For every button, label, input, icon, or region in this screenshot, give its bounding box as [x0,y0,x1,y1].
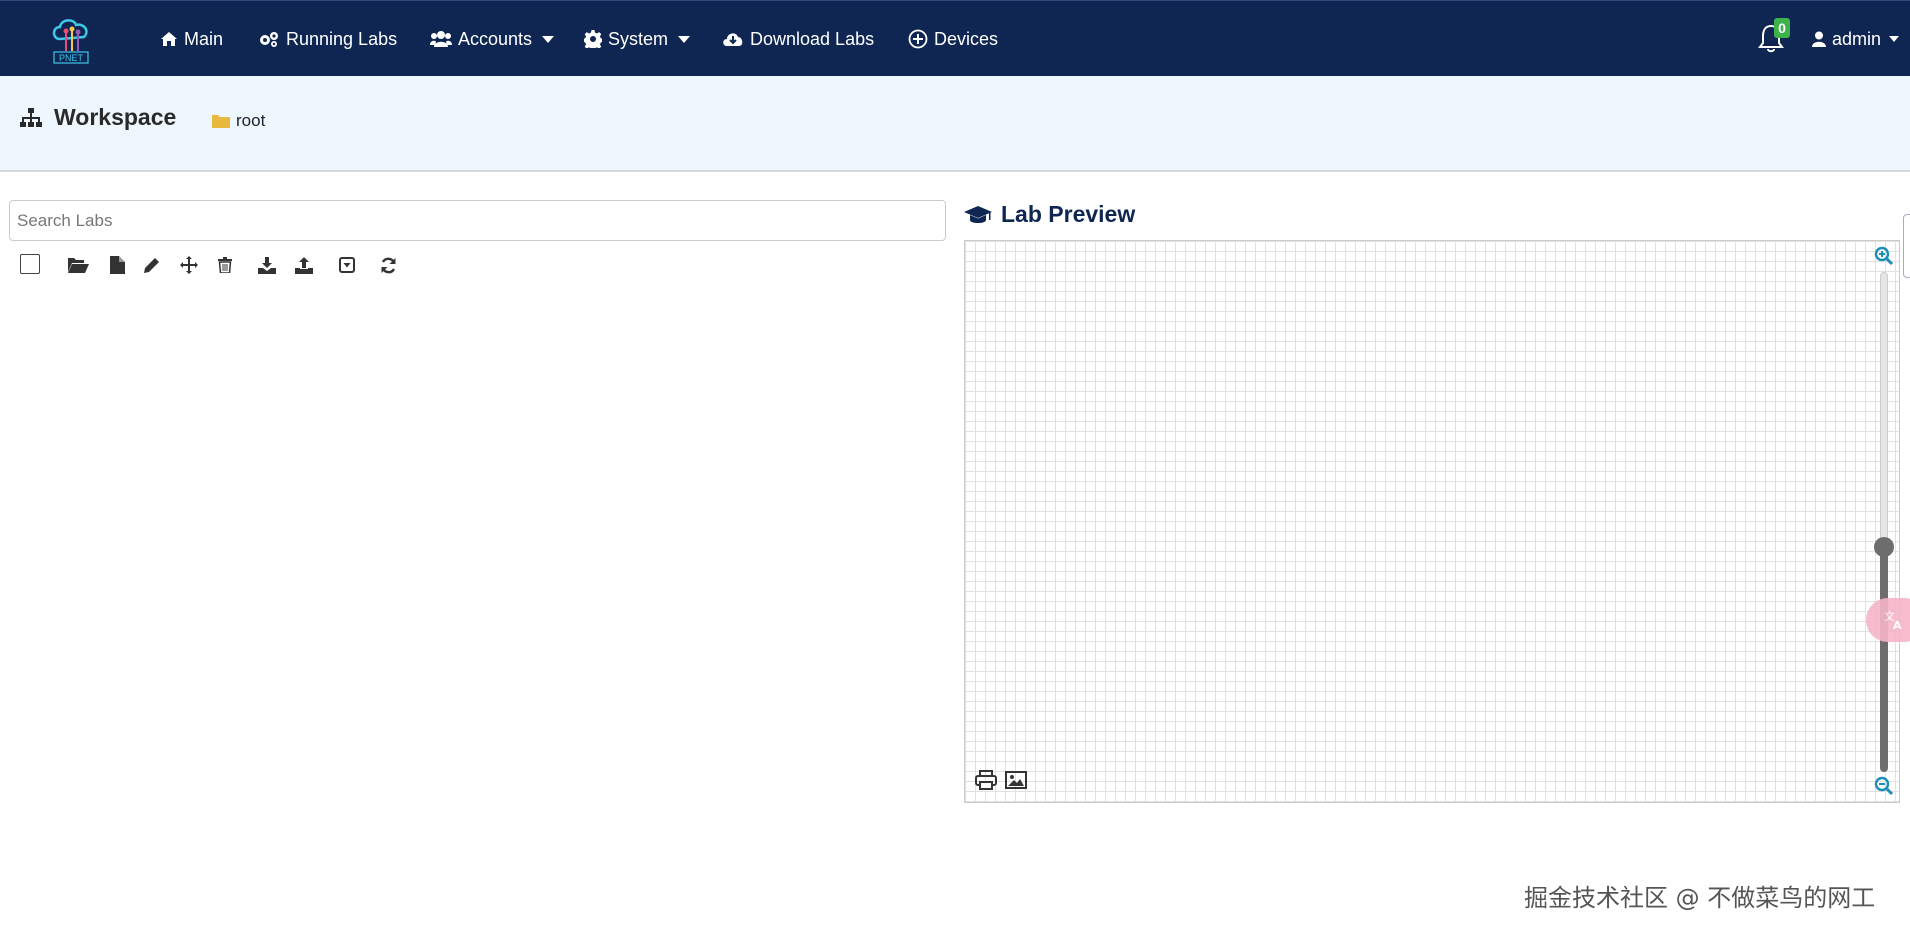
lab-preview-title-text: Lab Preview [1001,201,1136,227]
top-navbar: PNET Main Running Labs Accounts System D… [0,0,1910,76]
select-all-checkbox[interactable] [20,254,40,274]
nav-main-label: Main [184,28,224,49]
translate-widget[interactable]: 文 A [1866,598,1910,642]
new-lab-button[interactable] [106,254,128,276]
zoom-in-icon[interactable] [1874,246,1894,266]
export-button[interactable] [293,254,315,276]
sitemap-icon [20,107,42,127]
refresh-icon [381,257,395,273]
delete-button[interactable] [214,254,236,276]
move-icon [180,256,198,274]
collapse-icon [339,257,355,273]
chevron-down-icon [678,35,691,43]
import-button[interactable] [256,254,278,276]
nav-accounts[interactable]: Accounts [430,25,555,53]
watermark: 掘金技术社区 @ 不做菜鸟的网工 [1524,884,1876,912]
open-folder-button[interactable] [67,254,89,276]
nav-running-labs-label: Running Labs [286,28,398,49]
search-labs-input[interactable] [9,200,946,241]
breadcrumb-root: root [236,111,266,130]
nav-accounts-label: Accounts [458,28,533,49]
nav-main[interactable]: Main [160,25,223,53]
lab-preview-canvas[interactable] [964,240,1900,803]
logo-text: PNET [59,53,84,63]
nav-devices-label: Devices [934,28,999,49]
svg-text:A: A [1893,619,1902,631]
user-menu-label: admin [1832,28,1882,49]
notification-count-badge: 0 [1774,18,1790,38]
zoom-slider-fill [1880,547,1888,772]
edit-button[interactable] [141,254,163,276]
move-button[interactable] [178,254,200,276]
print-icon[interactable] [975,770,997,790]
chevron-down-icon [542,35,555,43]
graduation-cap-icon [964,205,992,223]
gear-icon [584,30,602,48]
collapse-button[interactable] [336,254,358,276]
workspace-title-text: Workspace [54,104,177,130]
import-icon [258,256,276,274]
edit-icon [144,258,159,273]
users-icon [430,31,452,47]
plus-circle-icon [908,29,928,49]
zoom-slider-handle[interactable] [1874,537,1894,557]
zoom-out-icon[interactable] [1874,776,1894,796]
refresh-button[interactable] [377,254,399,276]
workspace-title: Workspace [20,104,176,131]
nav-download-labs[interactable]: Download Labs [722,25,874,53]
image-icon[interactable] [1005,770,1027,790]
cloud-download-icon [723,33,743,46]
trash-icon [218,257,232,273]
cogs-icon [260,32,278,47]
new-file-icon [109,256,125,274]
user-icon [1812,31,1826,47]
nav-devices[interactable]: Devices [908,25,998,53]
lab-preview-title: Lab Preview [964,201,1135,228]
nav-system-label: System [608,28,669,49]
translate-icon: 文 A [1884,609,1902,631]
nav-running-labs[interactable]: Running Labs [258,25,397,53]
side-panel-tab[interactable] [1903,214,1910,278]
home-icon [161,32,177,46]
nav-download-labs-label: Download Labs [750,28,875,49]
pnet-logo[interactable]: PNET [46,15,96,65]
workspace-header [0,76,1910,172]
user-menu[interactable]: admin [1812,25,1900,53]
folder-icon [212,115,230,128]
nav-system[interactable]: System [584,25,691,53]
export-icon [295,256,313,274]
breadcrumb[interactable]: root [212,111,265,131]
open-folder-icon [67,258,89,273]
chevron-down-icon [1889,36,1900,42]
